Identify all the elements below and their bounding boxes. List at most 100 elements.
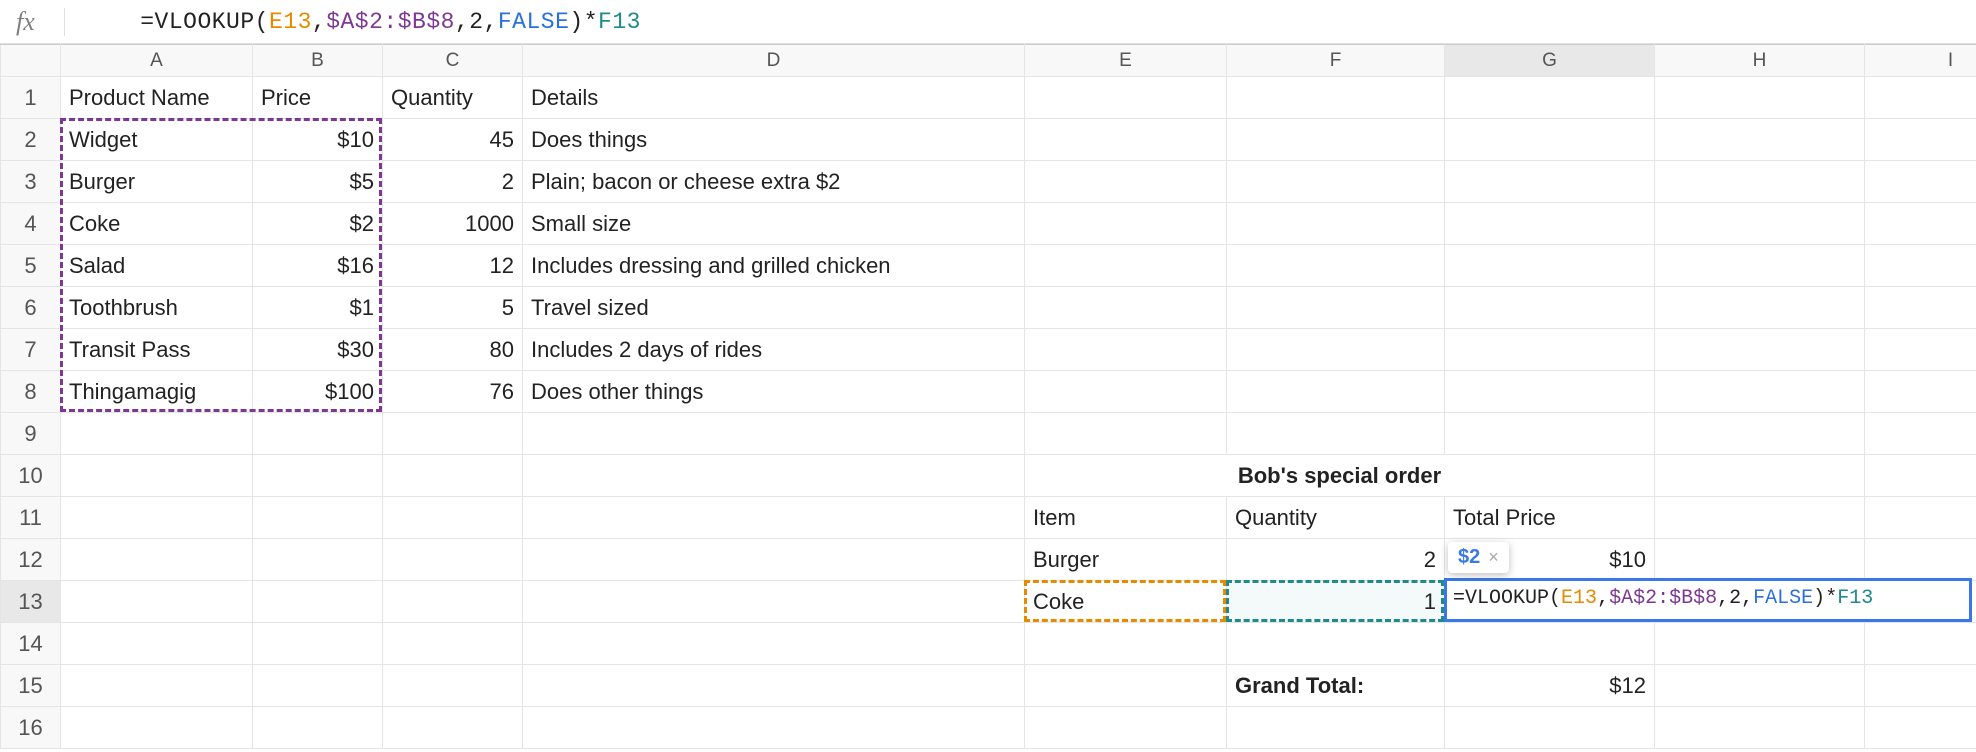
cell[interactable] xyxy=(61,455,253,497)
cell-A8[interactable]: Thingamagig xyxy=(61,371,253,413)
cell-H1[interactable] xyxy=(1655,77,1865,119)
cell[interactable] xyxy=(1025,623,1227,665)
row-header-16[interactable]: 16 xyxy=(1,707,61,749)
cell[interactable] xyxy=(1445,623,1655,665)
row-header-13[interactable]: 13 xyxy=(1,581,61,623)
cell-B5[interactable]: $16 xyxy=(253,245,383,287)
cell[interactable] xyxy=(253,455,383,497)
col-header-B[interactable]: B xyxy=(253,45,383,77)
cell[interactable] xyxy=(61,581,253,623)
cell[interactable] xyxy=(1445,287,1655,329)
cell[interactable] xyxy=(523,581,1025,623)
cell-G1[interactable] xyxy=(1445,77,1655,119)
cell-E12[interactable]: Burger xyxy=(1025,539,1227,581)
cell[interactable] xyxy=(61,707,253,749)
cell[interactable] xyxy=(523,623,1025,665)
cell[interactable] xyxy=(253,623,383,665)
cell[interactable] xyxy=(253,665,383,707)
cell[interactable] xyxy=(1025,707,1227,749)
cell-E1[interactable] xyxy=(1025,77,1227,119)
cell[interactable] xyxy=(1445,707,1655,749)
cell-C4[interactable]: 1000 xyxy=(383,203,523,245)
cell[interactable] xyxy=(1445,413,1655,455)
cell[interactable] xyxy=(1445,203,1655,245)
cell[interactable] xyxy=(253,581,383,623)
cell[interactable] xyxy=(383,707,523,749)
cell-B7[interactable]: $30 xyxy=(253,329,383,371)
cell[interactable] xyxy=(1025,665,1227,707)
cell[interactable] xyxy=(1865,245,1976,287)
cell-F15[interactable]: Grand Total: xyxy=(1227,665,1445,707)
cell[interactable] xyxy=(1025,203,1227,245)
cell[interactable] xyxy=(523,497,1025,539)
cell-A2[interactable]: Widget xyxy=(61,119,253,161)
cell[interactable] xyxy=(383,665,523,707)
cell-A6[interactable]: Toothbrush xyxy=(61,287,253,329)
cell-E11[interactable]: Item xyxy=(1025,497,1227,539)
cell[interactable] xyxy=(1025,161,1227,203)
cell[interactable] xyxy=(61,413,253,455)
cell-D6[interactable]: Travel sized xyxy=(523,287,1025,329)
cell[interactable] xyxy=(253,413,383,455)
cell[interactable] xyxy=(383,539,523,581)
row-header-7[interactable]: 7 xyxy=(1,329,61,371)
cell-D2[interactable]: Does things xyxy=(523,119,1025,161)
cell[interactable] xyxy=(61,623,253,665)
row-header-2[interactable]: 2 xyxy=(1,119,61,161)
cell[interactable] xyxy=(1865,455,1976,497)
cell-B3[interactable]: $5 xyxy=(253,161,383,203)
cell[interactable] xyxy=(1025,287,1227,329)
row-header-12[interactable]: 12 xyxy=(1,539,61,581)
active-cell-editor[interactable]: =VLOOKUP(E13,$A$2:$B$8,2,FALSE)*F13 xyxy=(1444,578,1972,622)
cell-F1[interactable] xyxy=(1227,77,1445,119)
cell-C8[interactable]: 76 xyxy=(383,371,523,413)
cell-D7[interactable]: Includes 2 days of rides xyxy=(523,329,1025,371)
cell-D5[interactable]: Includes dressing and grilled chicken xyxy=(523,245,1025,287)
cell[interactable] xyxy=(523,665,1025,707)
row-header-3[interactable]: 3 xyxy=(1,161,61,203)
cell[interactable] xyxy=(1865,623,1976,665)
cell-D4[interactable]: Small size xyxy=(523,203,1025,245)
cell[interactable] xyxy=(1655,539,1865,581)
cell[interactable] xyxy=(1865,707,1976,749)
cell-F12[interactable]: 2 xyxy=(1227,539,1445,581)
cell-A5[interactable]: Salad xyxy=(61,245,253,287)
cell-I1[interactable] xyxy=(1865,77,1976,119)
row-header-8[interactable]: 8 xyxy=(1,371,61,413)
col-header-H[interactable]: H xyxy=(1655,45,1865,77)
row-header-14[interactable]: 14 xyxy=(1,623,61,665)
cell-A3[interactable]: Burger xyxy=(61,161,253,203)
cell[interactable] xyxy=(1865,413,1976,455)
cell-C6[interactable]: 5 xyxy=(383,287,523,329)
cell[interactable] xyxy=(253,497,383,539)
cell[interactable] xyxy=(1445,119,1655,161)
cell[interactable] xyxy=(1655,203,1865,245)
row-header-4[interactable]: 4 xyxy=(1,203,61,245)
cell[interactable] xyxy=(523,455,1025,497)
cell[interactable] xyxy=(1655,371,1865,413)
cell[interactable] xyxy=(383,497,523,539)
cell[interactable] xyxy=(1865,371,1976,413)
row-header-10[interactable]: 10 xyxy=(1,455,61,497)
cell[interactable] xyxy=(1655,497,1865,539)
cell[interactable] xyxy=(1227,623,1445,665)
cell[interactable] xyxy=(1865,665,1976,707)
cell-F11[interactable]: Quantity xyxy=(1227,497,1445,539)
cell[interactable] xyxy=(1655,665,1865,707)
cell-B8[interactable]: $100 xyxy=(253,371,383,413)
cell[interactable] xyxy=(1227,707,1445,749)
cell[interactable] xyxy=(1655,623,1865,665)
cell[interactable] xyxy=(1445,329,1655,371)
cell[interactable] xyxy=(1865,287,1976,329)
cell[interactable] xyxy=(1227,287,1445,329)
cell[interactable] xyxy=(61,497,253,539)
close-icon[interactable]: × xyxy=(1488,547,1499,568)
row-header-11[interactable]: 11 xyxy=(1,497,61,539)
cell[interactable] xyxy=(1025,371,1227,413)
cell-G11[interactable]: Total Price xyxy=(1445,497,1655,539)
cell-B2[interactable]: $10 xyxy=(253,119,383,161)
cell-D8[interactable]: Does other things xyxy=(523,371,1025,413)
cell[interactable] xyxy=(1227,203,1445,245)
cell[interactable] xyxy=(1655,245,1865,287)
cell-E10-merged[interactable]: Bob's special order xyxy=(1025,455,1655,497)
